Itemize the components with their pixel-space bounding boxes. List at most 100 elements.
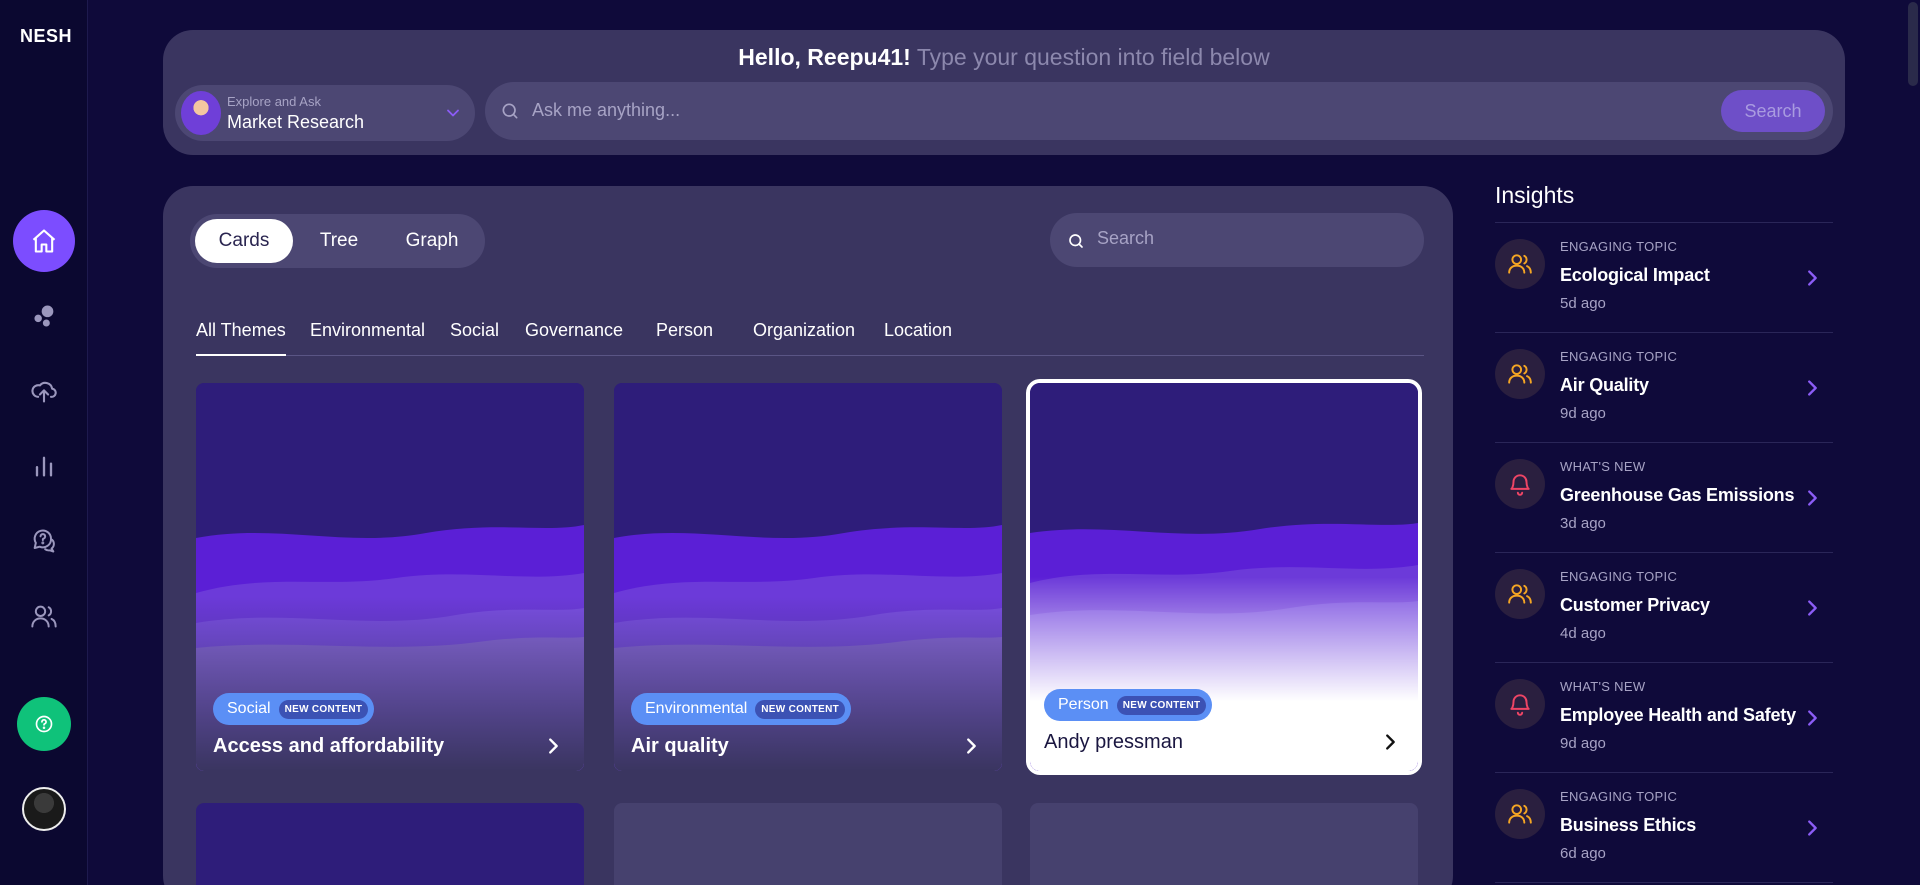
question-chat-icon <box>33 529 55 553</box>
insight-time: 5d ago <box>1560 295 1606 312</box>
insight-time: 4d ago <box>1560 625 1606 642</box>
theme-tab-social[interactable]: Social <box>450 320 499 341</box>
chevron-right-icon <box>967 738 976 754</box>
chevron-right-icon <box>1386 734 1395 750</box>
chevron-right-icon[interactable] <box>1801 267 1823 289</box>
insight-time: 9d ago <box>1560 735 1606 752</box>
insight-icon <box>1495 569 1545 619</box>
greeting: Hello, Reepu41! Type your question into … <box>163 44 1845 71</box>
insight-icon <box>1495 239 1545 289</box>
theme-tab-organization[interactable]: Organization <box>753 320 855 341</box>
nav-questions[interactable] <box>13 510 75 572</box>
nav-topics[interactable] <box>13 285 75 347</box>
greeting-hello: Hello, Reepu41! <box>738 44 911 70</box>
insight-time: 3d ago <box>1560 515 1606 532</box>
insight-time: 9d ago <box>1560 405 1606 422</box>
card-title: Air quality <box>631 735 729 757</box>
new-content-badge: NEW CONTENT <box>278 699 369 719</box>
mode-avatar <box>181 91 221 135</box>
card-category-badge: Environmental NEW CONTENT <box>631 693 852 725</box>
insight-item[interactable]: ENGAGING TOPIC Business Ethics 6d ago <box>1495 773 1833 883</box>
sidebar: NESH <box>0 0 88 885</box>
chevron-down-icon <box>447 109 459 117</box>
theme-tab-person[interactable]: Person <box>656 320 713 341</box>
insights-title: Insights <box>1495 182 1575 208</box>
insight-item[interactable]: WHAT'S NEW Greenhouse Gas Emissions 3d a… <box>1495 443 1833 553</box>
view-tree[interactable]: Tree <box>298 219 380 263</box>
card-search[interactable]: Search <box>1050 213 1424 267</box>
insight-icon <box>1495 349 1545 399</box>
chevron-right-icon[interactable] <box>1801 487 1823 509</box>
theme-tabs: All Themes Environmental Social Governan… <box>196 320 1424 356</box>
insights-list: ENGAGING TOPIC Ecological Impact 5d ago … <box>1495 222 1833 883</box>
view-cards[interactable]: Cards <box>195 219 293 263</box>
page-scrollbar[interactable] <box>1904 0 1920 885</box>
bell-icon <box>1510 694 1530 716</box>
theme-card[interactable] <box>196 803 584 885</box>
insight-title: Customer Privacy <box>1560 595 1710 615</box>
insight-item[interactable]: WHAT'S NEW Employee Health and Safety 9d… <box>1495 663 1833 773</box>
cloud-upload-icon <box>31 381 57 403</box>
ask-input[interactable]: Ask me anything... <box>532 100 680 121</box>
theme-tab-all[interactable]: All Themes <box>196 320 286 356</box>
app-logo[interactable]: NESH <box>20 26 72 47</box>
mode-label: Explore and Ask <box>227 94 321 109</box>
user-avatar[interactable] <box>22 787 66 831</box>
users-icon <box>1508 364 1532 384</box>
card-category: Person <box>1058 696 1109 713</box>
view-toggle: Cards Tree Graph <box>190 214 485 268</box>
insight-title: Air Quality <box>1560 375 1649 395</box>
card-category-badge: Social NEW CONTENT <box>213 693 375 725</box>
theme-tab-environmental[interactable]: Environmental <box>310 320 425 341</box>
greeting-subtitle: Type your question into field below <box>916 44 1270 70</box>
ask-search-box[interactable]: Ask me anything... Search <box>485 82 1833 140</box>
nav-analytics[interactable] <box>13 435 75 497</box>
home-icon <box>32 229 56 253</box>
users-icon <box>1508 254 1532 274</box>
chevron-right-icon[interactable] <box>1801 817 1823 839</box>
help-button[interactable] <box>17 697 71 751</box>
users-icon <box>1508 584 1532 604</box>
chevron-right-icon[interactable] <box>1801 597 1823 619</box>
insight-title: Ecological Impact <box>1560 265 1710 285</box>
search-icon <box>502 103 518 119</box>
insight-item[interactable]: ENGAGING TOPIC Customer Privacy 4d ago <box>1495 553 1833 663</box>
card-search-input[interactable]: Search <box>1097 228 1154 249</box>
insight-kicker: ENGAGING TOPIC <box>1560 239 1678 254</box>
theme-card[interactable]: Social NEW CONTENT Access and affordabil… <box>196 383 584 771</box>
bar-chart-icon <box>35 456 53 477</box>
insight-icon <box>1495 789 1545 839</box>
content-panel: Cards Tree Graph Search All Themes Envir… <box>163 186 1453 885</box>
insight-kicker: ENGAGING TOPIC <box>1560 569 1678 584</box>
nav-users[interactable] <box>13 585 75 647</box>
nav-home[interactable] <box>13 210 75 272</box>
insight-item[interactable]: ENGAGING TOPIC Air Quality 9d ago <box>1495 333 1833 443</box>
mode-select[interactable]: Explore and Ask Market Research <box>175 85 475 141</box>
new-content-badge: NEW CONTENT <box>1116 695 1207 715</box>
nav-upload[interactable] <box>13 360 75 422</box>
card-category: Environmental <box>645 700 748 717</box>
insight-kicker: ENGAGING TOPIC <box>1560 789 1678 804</box>
view-graph[interactable]: Graph <box>385 219 479 263</box>
insight-item[interactable]: ENGAGING TOPIC Ecological Impact 5d ago <box>1495 223 1833 333</box>
chevron-right-icon <box>549 738 558 754</box>
new-content-badge: NEW CONTENT <box>755 699 846 719</box>
users-icon <box>1508 804 1532 824</box>
theme-tab-location[interactable]: Location <box>884 320 952 341</box>
card-title: Andy pressman <box>1044 731 1183 753</box>
theme-card-loading[interactable] <box>1030 803 1418 885</box>
theme-tab-governance[interactable]: Governance <box>525 320 623 341</box>
mode-value: Market Research <box>227 112 365 132</box>
card-category-badge: Person NEW CONTENT <box>1044 689 1213 721</box>
insight-kicker: WHAT'S NEW <box>1560 679 1646 694</box>
theme-card-loading[interactable] <box>614 803 1002 885</box>
chevron-right-icon[interactable] <box>1801 377 1823 399</box>
theme-card[interactable]: Environmental NEW CONTENT Air quality <box>614 383 1002 771</box>
chevron-right-icon[interactable] <box>1801 707 1823 729</box>
scrollbar-thumb[interactable] <box>1908 2 1918 86</box>
theme-card-selected[interactable]: Person NEW CONTENT Andy pressman <box>1026 379 1422 775</box>
insight-icon <box>1495 679 1545 729</box>
ask-search-button[interactable]: Search <box>1721 90 1825 132</box>
insight-title: Greenhouse Gas Emissions <box>1560 485 1795 505</box>
card-category: Social <box>227 700 271 717</box>
